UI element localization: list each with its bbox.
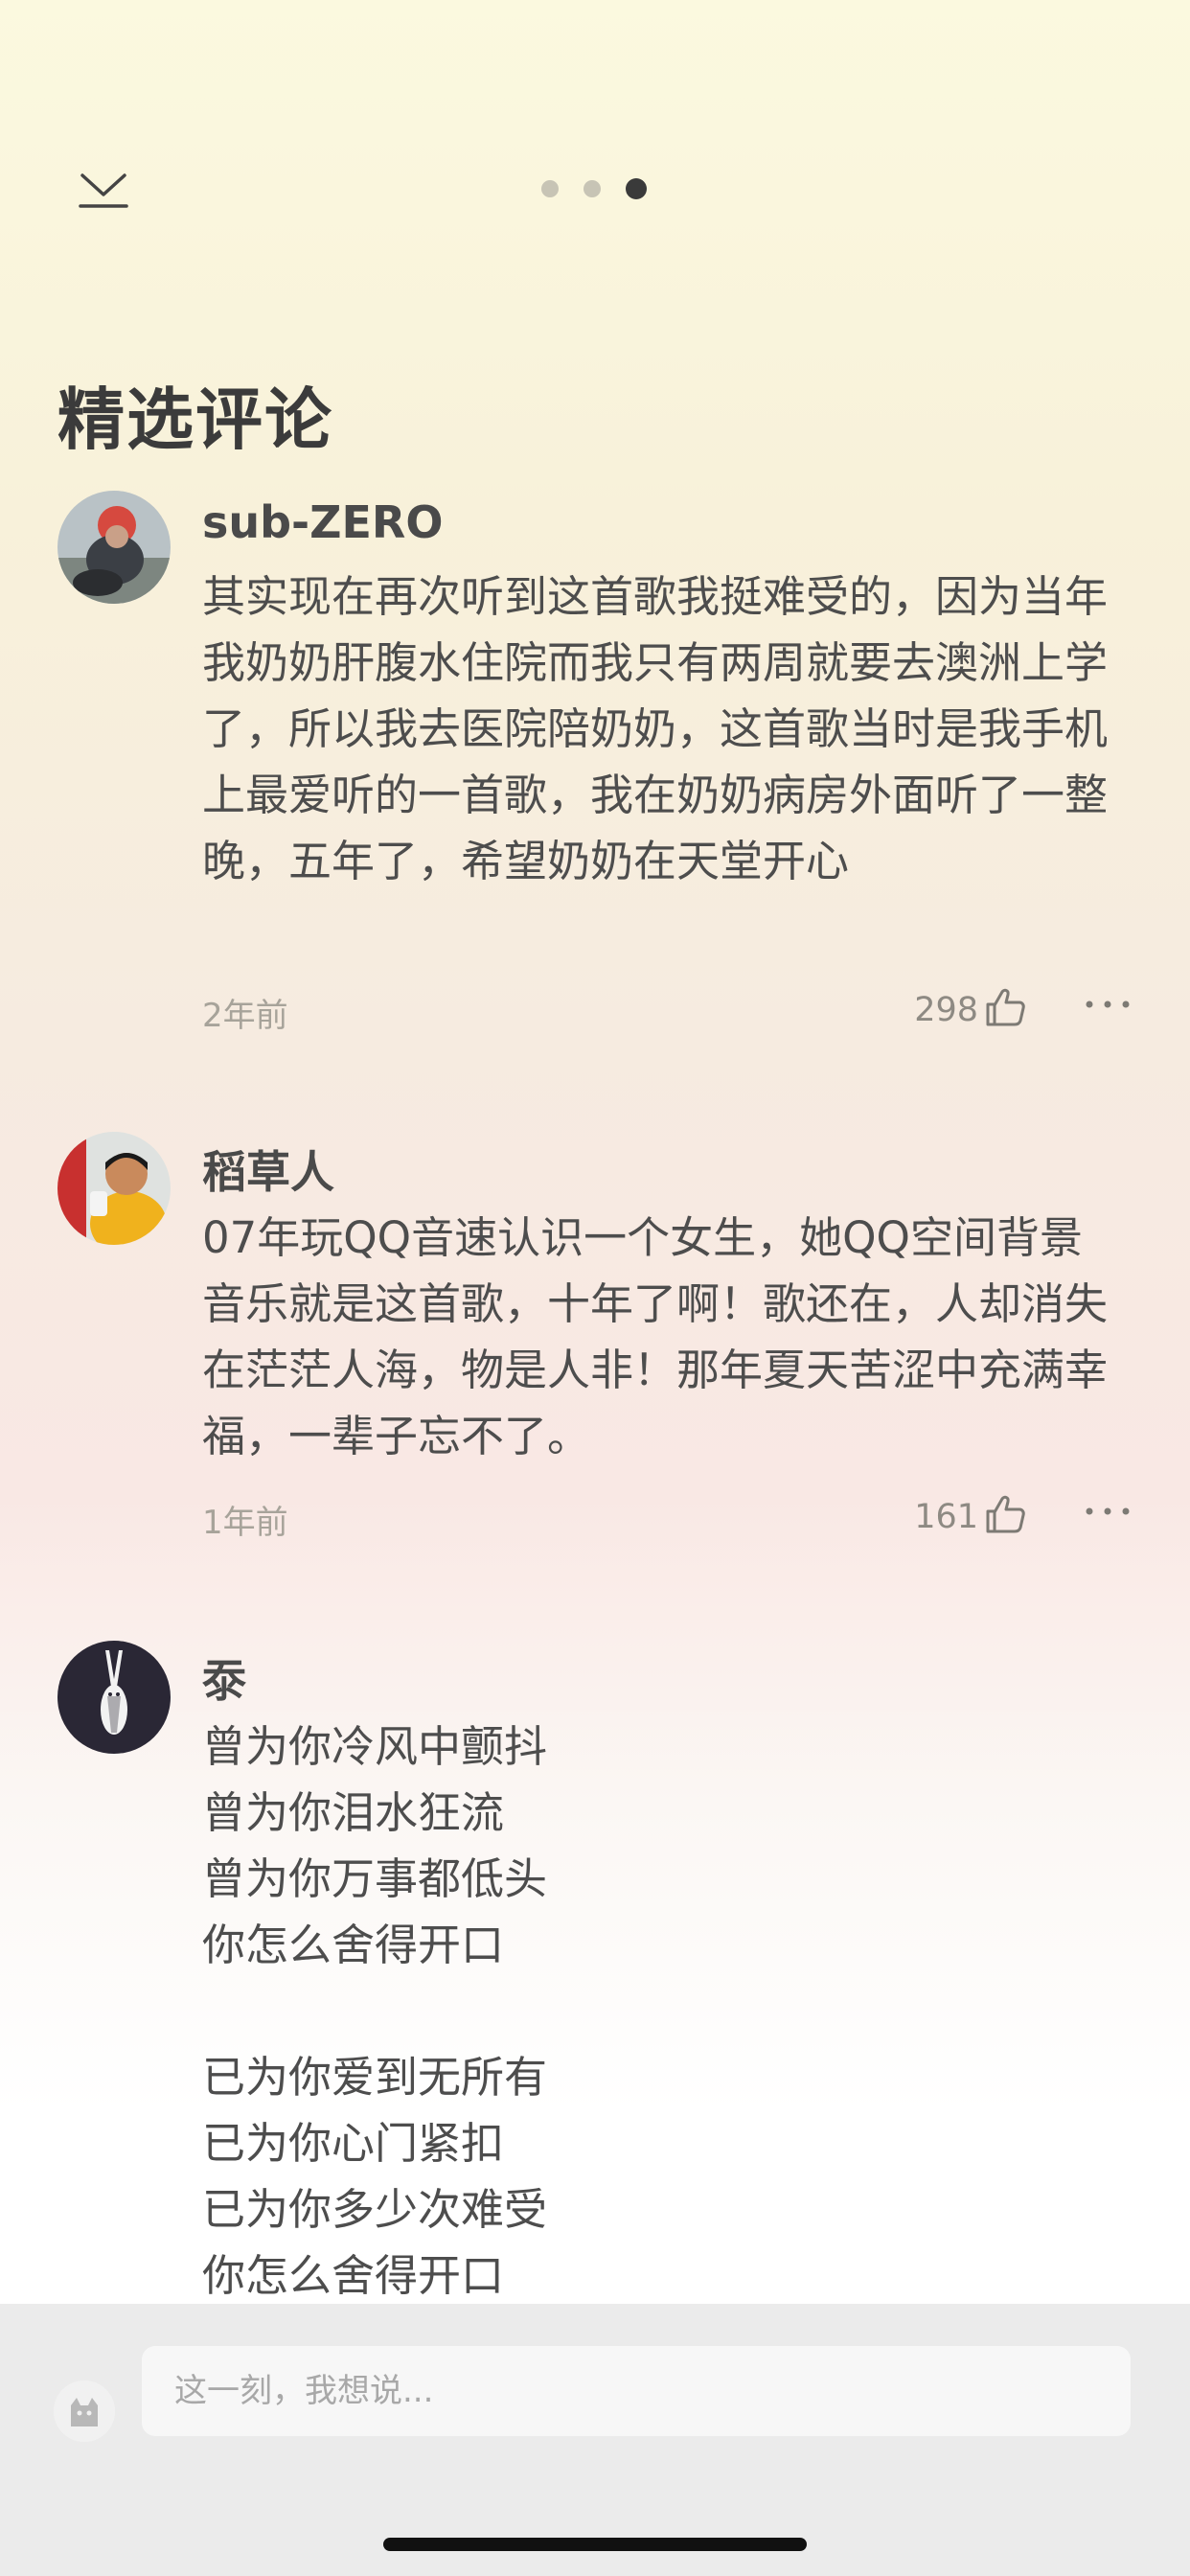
avatar[interactable] [57,491,171,604]
comment-input-container[interactable] [142,2346,1131,2436]
more-icon[interactable] [1084,1500,1132,1523]
like-count: 161 [914,1498,978,1536]
comment-content: 07年玩QQ音速认识一个女生，她QQ空间背景音乐就是这首歌，十年了啊！歌还在，人… [202,1212,1109,1461]
chevron-down-icon [79,173,128,208]
collapse-button[interactable] [77,168,130,210]
comment-time: 2年前 [202,997,288,1035]
comment-content: 其实现在再次听到这首歌我挺难受的，因为当年我奶奶肝腹水住院而我只有两周就要去澳洲… [202,571,1109,886]
comment-username[interactable]: 稻草人 [202,1138,334,1201]
comment-username[interactable]: 沗 [202,1646,246,1710]
user-avatar[interactable] [54,2380,115,2442]
comment-meta: 2年前 298 [202,981,1132,1035]
comment-username[interactable]: sub-ZERO [202,496,443,548]
like-count: 298 [914,991,978,1029]
comment-content: 曾为你冷风中颤抖 曾为你泪水狂流 曾为你万事都低头 你怎么舍得开口 已为你爱到无… [202,1721,548,2301]
thumbs-up-icon[interactable] [984,1493,1026,1535]
comment-input[interactable] [142,2346,1131,2436]
comment-meta: 1年前 161 [202,1488,1132,1542]
page-dot[interactable] [584,180,601,197]
avatar[interactable] [57,1132,171,1245]
comment-time: 1年前 [202,1504,288,1542]
thumbs-up-icon[interactable] [984,986,1026,1028]
section-title: 精选评论 [57,380,333,459]
more-icon[interactable] [1084,993,1132,1016]
header [0,0,1190,249]
comment-input-bar [0,2304,1190,2576]
avatar[interactable] [57,1641,171,1754]
page-indicator [541,178,647,199]
page-dot-active[interactable] [626,178,647,199]
home-indicator[interactable] [383,2538,807,2551]
page-dot[interactable] [541,180,559,197]
